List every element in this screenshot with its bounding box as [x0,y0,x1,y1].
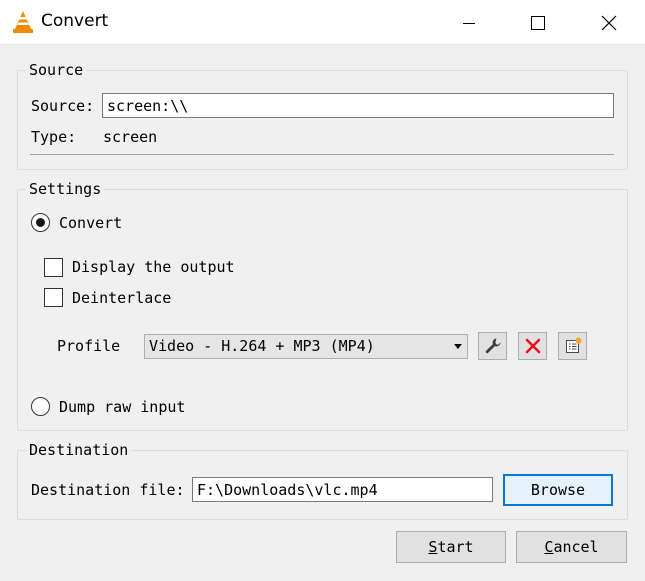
source-label: Source: [31,97,95,115]
close-icon [601,15,617,30]
source-group [17,70,628,170]
close-button[interactable] [574,0,644,45]
new-profile-list-icon [565,337,581,353]
type-label: Type: [31,128,77,146]
browse-button[interactable]: Browse [503,474,613,506]
source-group-title: Source [26,61,87,79]
deinterlace-checkbox[interactable] [44,288,63,307]
display-output-label: Display the output [72,258,235,276]
cancel-label-rest: ancel [553,538,599,556]
minimize-button[interactable] [434,0,504,45]
browse-button-label: Browse [530,481,586,499]
destination-file-input[interactable] [192,477,493,502]
maximize-button[interactable] [503,0,573,45]
dump-raw-radio[interactable] [31,397,50,416]
start-label-rest: tart [437,538,474,556]
convert-radio[interactable] [31,213,50,232]
profile-label: Profile [57,337,121,355]
destination-group-title: Destination [26,441,132,459]
source-separator [30,154,614,155]
delete-profile-button[interactable] [518,332,547,360]
dropdown-arrow-icon [454,344,462,349]
profile-selected-value: Video - H.264 + MP3 (MP4) [149,337,375,355]
cancel-button[interactable]: Cancel [516,531,627,563]
deinterlace-label: Deinterlace [72,289,172,307]
window-title: Convert [41,11,109,31]
display-output-checkbox[interactable] [44,258,63,277]
cancel-mnemonic: C [544,538,554,556]
minimize-icon [463,22,475,24]
profile-select[interactable]: Video - H.264 + MP3 (MP4) [144,334,468,359]
dump-raw-label: Dump raw input [59,398,186,416]
source-input[interactable] [102,93,614,118]
wrench-icon [485,338,500,354]
type-value: screen [103,128,158,146]
vlc-cone-icon [13,11,33,33]
title-bar: Convert [0,0,645,45]
maximize-icon [531,15,545,30]
convert-label: Convert [59,214,123,232]
start-button[interactable]: Start [396,531,506,563]
delete-x-icon [525,338,540,354]
start-mnemonic: S [428,538,438,556]
edit-profile-button[interactable] [478,332,507,360]
new-profile-button[interactable] [558,332,587,360]
destination-file-label: Destination file: [31,481,185,499]
settings-group-title: Settings [26,180,105,198]
